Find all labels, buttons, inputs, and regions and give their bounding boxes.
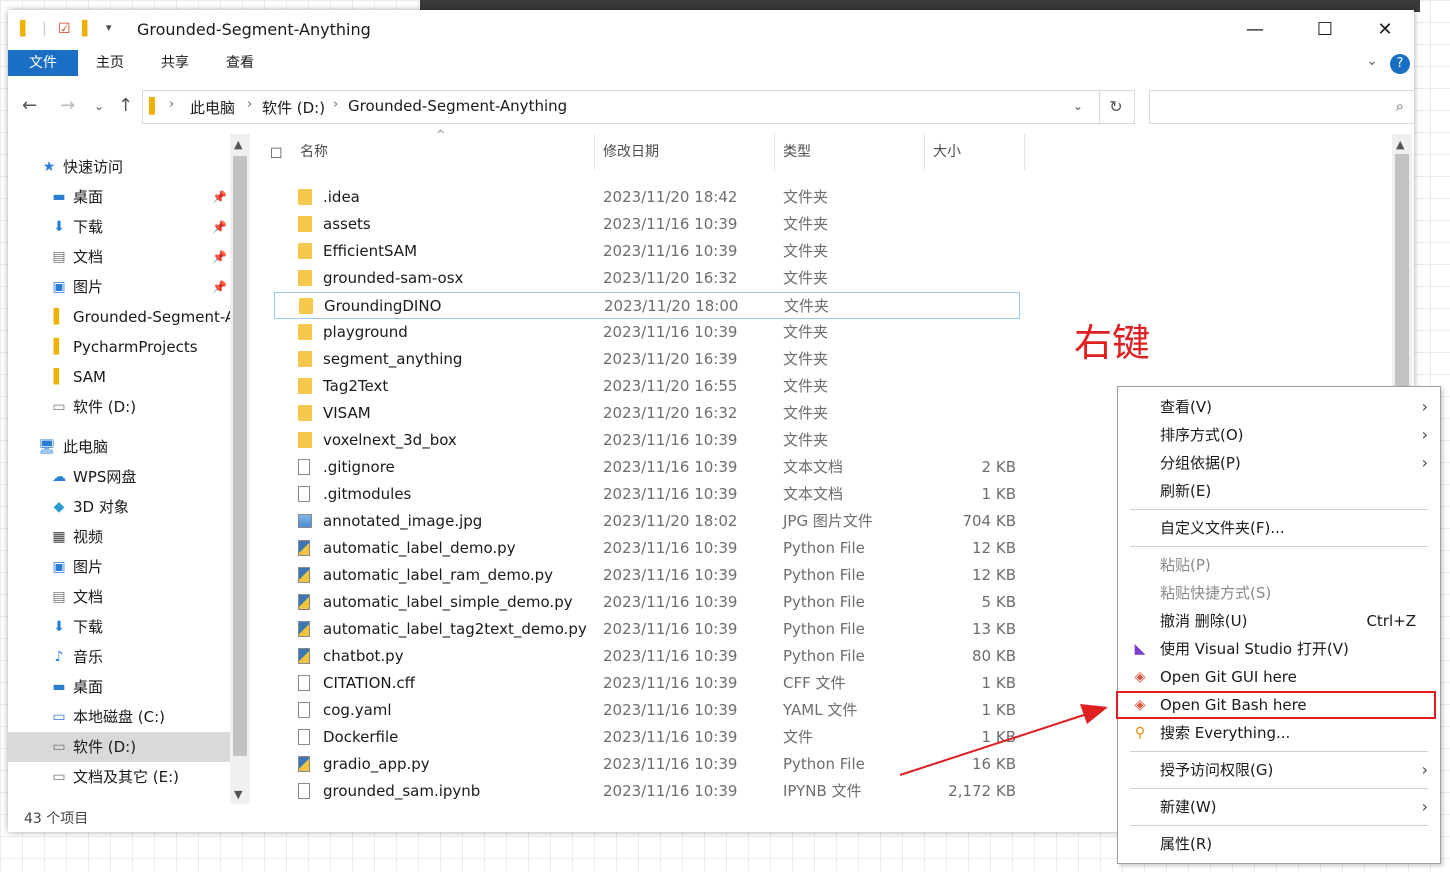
menu-item-group-by[interactable]: 分组依据(P) › (1118, 449, 1440, 477)
menu-item-paste: 粘贴(P) (1160, 556, 1211, 574)
chevron-right-icon: › (1421, 453, 1428, 472)
chevron-right-icon: › (1421, 397, 1428, 416)
menu-item-view[interactable]: 查看(V) › (1118, 393, 1440, 421)
menu-item-give-access[interactable]: 授予访问权限(G) › (1118, 756, 1440, 784)
menu-item-open-git-gui[interactable]: ◈ Open Git GUI here (1118, 663, 1440, 691)
menu-item-paste-shortcut: 粘贴快捷方式(S) (1160, 584, 1272, 602)
menu-item-open-visual-studio[interactable]: ◣ 使用 Visual Studio 打开(V) (1118, 635, 1440, 663)
menu-separator (1130, 751, 1428, 752)
menu-item-refresh[interactable]: 刷新(E) (1118, 477, 1440, 505)
highlight-box-git-bash (1116, 691, 1436, 719)
menu-separator (1130, 825, 1428, 826)
menu-item-search-everything[interactable]: ⚲ 搜索 Everything... (1118, 719, 1440, 747)
menu-item-undo-delete[interactable]: 撤消 删除(U) Ctrl+Z (1118, 607, 1440, 635)
everything-search-icon: ⚲ (1134, 725, 1146, 741)
visual-studio-icon: ◣ (1134, 641, 1146, 657)
menu-separator (1130, 509, 1428, 510)
chevron-right-icon: › (1421, 760, 1428, 779)
context-menu: 查看(V) › 排序方式(O) › 分组依据(P) › 刷新(E) 自定义文件夹… (1117, 386, 1441, 864)
git-icon: ◈ (1134, 669, 1146, 685)
chevron-right-icon: › (1421, 797, 1428, 816)
menu-item-properties[interactable]: 属性(R) (1118, 830, 1440, 858)
menu-separator (1130, 788, 1428, 789)
chevron-right-icon: › (1421, 425, 1428, 444)
menu-item-new[interactable]: 新建(W) › (1118, 793, 1440, 821)
menu-item-sort-by[interactable]: 排序方式(O) › (1118, 421, 1440, 449)
menu-separator (1130, 546, 1428, 547)
menu-item-customize-folder[interactable]: 自定义文件夹(F)... (1118, 514, 1440, 542)
